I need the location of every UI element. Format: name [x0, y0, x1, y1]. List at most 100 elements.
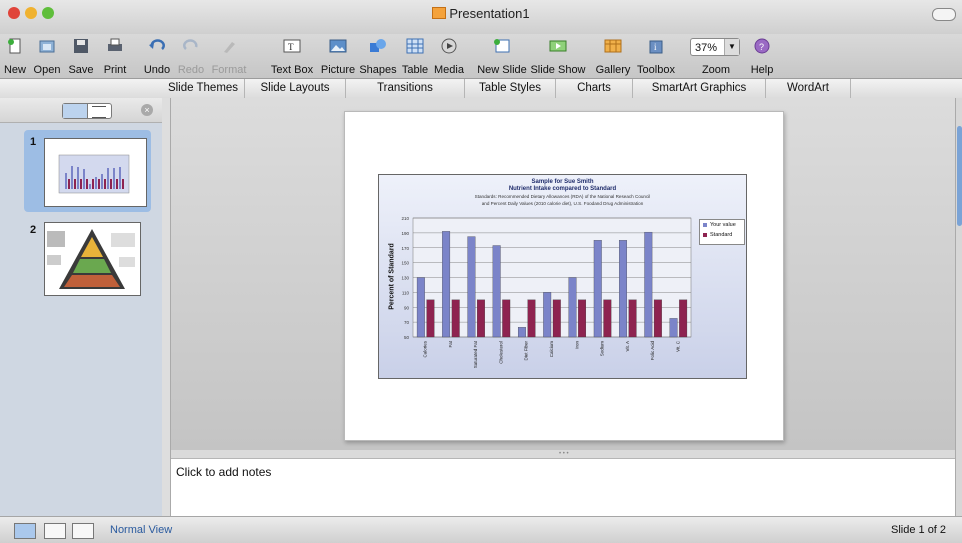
status-bar: Normal View Slide 1 of 2 — [0, 516, 962, 543]
y-tick-label: 130 — [401, 276, 409, 281]
bar-standard — [552, 299, 561, 338]
redo-label: Redo — [177, 64, 205, 76]
slide-number-2: 2 — [30, 224, 37, 236]
bar-your-value — [619, 240, 627, 338]
picture-label: Picture — [320, 64, 356, 76]
undo-icon — [149, 39, 165, 50]
print-icon — [108, 38, 122, 51]
tab-transitions[interactable]: Transitions — [346, 79, 465, 98]
scrollbar-thumb[interactable] — [957, 126, 962, 226]
new-button[interactable]: New — [2, 36, 28, 78]
toolbox-icon: i — [649, 40, 663, 54]
new-slide-button[interactable]: New Slide — [475, 36, 529, 78]
new-slide-icon — [494, 39, 510, 53]
vertical-scrollbar[interactable] — [955, 98, 962, 516]
slide-show-view-icon[interactable] — [72, 523, 94, 539]
x-tick-label: Iron — [574, 341, 579, 349]
bar-your-value — [492, 245, 501, 338]
print-button[interactable]: Print — [98, 36, 132, 78]
y-tick-label: 170 — [401, 246, 409, 251]
bar-your-value — [669, 318, 678, 338]
help-label: Help — [750, 64, 774, 76]
x-tick-label: Diet Fiber — [524, 341, 529, 361]
tab-smartart-graphics[interactable]: SmartArt Graphics — [633, 79, 766, 98]
bar-standard — [527, 299, 536, 338]
undo-label: Undo — [143, 64, 171, 76]
notes-splitter[interactable]: • • • — [171, 450, 955, 458]
bar-standard — [502, 299, 511, 338]
slide-show-button[interactable]: Slide Show — [530, 36, 586, 78]
undo-button[interactable]: Undo — [140, 36, 174, 78]
bar-your-value — [568, 277, 577, 338]
slide-thumbnail-2[interactable] — [44, 222, 141, 296]
zoom-select[interactable]: 37% ▼ — [690, 38, 740, 56]
sidebar-splitter[interactable] — [162, 98, 171, 516]
shapes-button[interactable]: Shapes — [358, 36, 398, 78]
redo-button[interactable]: Redo — [176, 36, 206, 78]
svg-text:?: ? — [759, 42, 764, 52]
notes-pane[interactable]: Click to add notes — [171, 458, 955, 517]
tab-charts[interactable]: Charts — [556, 79, 633, 98]
media-button[interactable]: Media — [432, 36, 466, 78]
ribbon-tab-bar: Slide Themes Slide Layouts Transitions T… — [0, 79, 962, 99]
open-button[interactable]: Open — [30, 36, 64, 78]
toolbox-button[interactable]: i Toolbox — [633, 36, 679, 78]
y-tick-label: 90 — [404, 305, 410, 310]
tab-slide-layouts[interactable]: Slide Layouts — [245, 79, 346, 98]
bar-your-value — [644, 231, 653, 338]
y-tick-label: 50 — [404, 335, 410, 340]
toolbar: New Open Save Print Undo Redo Format T Te… — [0, 34, 962, 79]
x-tick-label: Saturated Fat — [473, 340, 478, 368]
format-brush-icon — [224, 42, 235, 53]
table-icon — [406, 38, 424, 54]
bar-standard — [578, 299, 587, 338]
bar-standard — [628, 299, 637, 338]
new-label: New — [3, 64, 26, 76]
tab-wordart[interactable]: WordArt — [766, 79, 851, 98]
new-slide-label: New Slide — [477, 64, 527, 76]
food-pyramid-preview — [47, 229, 135, 289]
bar-standard — [426, 299, 435, 338]
help-icon: ? — [754, 38, 770, 54]
tab-slide-themes[interactable]: Slide Themes — [162, 79, 245, 98]
chevron-down-icon: ▼ — [724, 39, 739, 55]
x-tick-label: Folic Acid — [650, 341, 655, 361]
x-tick-label: Vit. A — [625, 341, 630, 351]
chart-frame[interactable]: Sample for Sue Smith Nutrient Intake com… — [378, 174, 747, 379]
y-tick-label: 210 — [401, 216, 409, 221]
picture-button[interactable]: Picture — [318, 36, 358, 78]
x-tick-label: Fat — [448, 340, 453, 347]
text-box-button[interactable]: T Text Box — [266, 36, 318, 78]
legend-label-standard: Standard — [710, 232, 733, 238]
bar-standard — [603, 299, 612, 338]
save-label: Save — [68, 64, 94, 76]
slide-sorter-view-icon[interactable] — [44, 523, 66, 539]
toolbox-label: Toolbox — [637, 64, 675, 76]
table-button[interactable]: Table — [399, 36, 431, 78]
toolbar-toggle-button[interactable] — [932, 8, 956, 21]
open-icon — [39, 40, 55, 53]
drag-handle-icon: • • • — [559, 451, 569, 457]
x-tick-label: Calories — [423, 340, 428, 357]
view-label: Normal View — [110, 524, 173, 536]
normal-view-icon[interactable] — [14, 523, 36, 539]
gallery-button[interactable]: Gallery — [593, 36, 633, 78]
slide-thumbnail-1[interactable] — [44, 138, 147, 207]
text-box-label: Text Box — [270, 64, 314, 76]
help-button[interactable]: ? Help — [746, 36, 778, 78]
bar-standard — [653, 299, 662, 338]
tab-table-styles[interactable]: Table Styles — [465, 79, 556, 98]
outline-view-icon[interactable] — [92, 106, 106, 118]
x-tick-label: Sodium — [600, 341, 605, 357]
chart-svg: 50 70 90 110 130 150 170 190 210 Calories Fat Satur… — [401, 216, 692, 368]
format-button[interactable]: Format — [208, 36, 250, 78]
notes-placeholder: Click to add notes — [176, 465, 272, 479]
close-pane-icon[interactable]: × — [141, 104, 153, 116]
save-button[interactable]: Save — [66, 36, 96, 78]
gallery-icon — [604, 39, 622, 53]
slide-number-1: 1 — [30, 136, 37, 148]
slides-view-icon[interactable] — [63, 104, 88, 118]
bar-standard — [451, 299, 460, 338]
thumbnail-outline-toggle[interactable] — [62, 103, 112, 119]
x-tick-label: Cholesterol — [498, 341, 503, 364]
